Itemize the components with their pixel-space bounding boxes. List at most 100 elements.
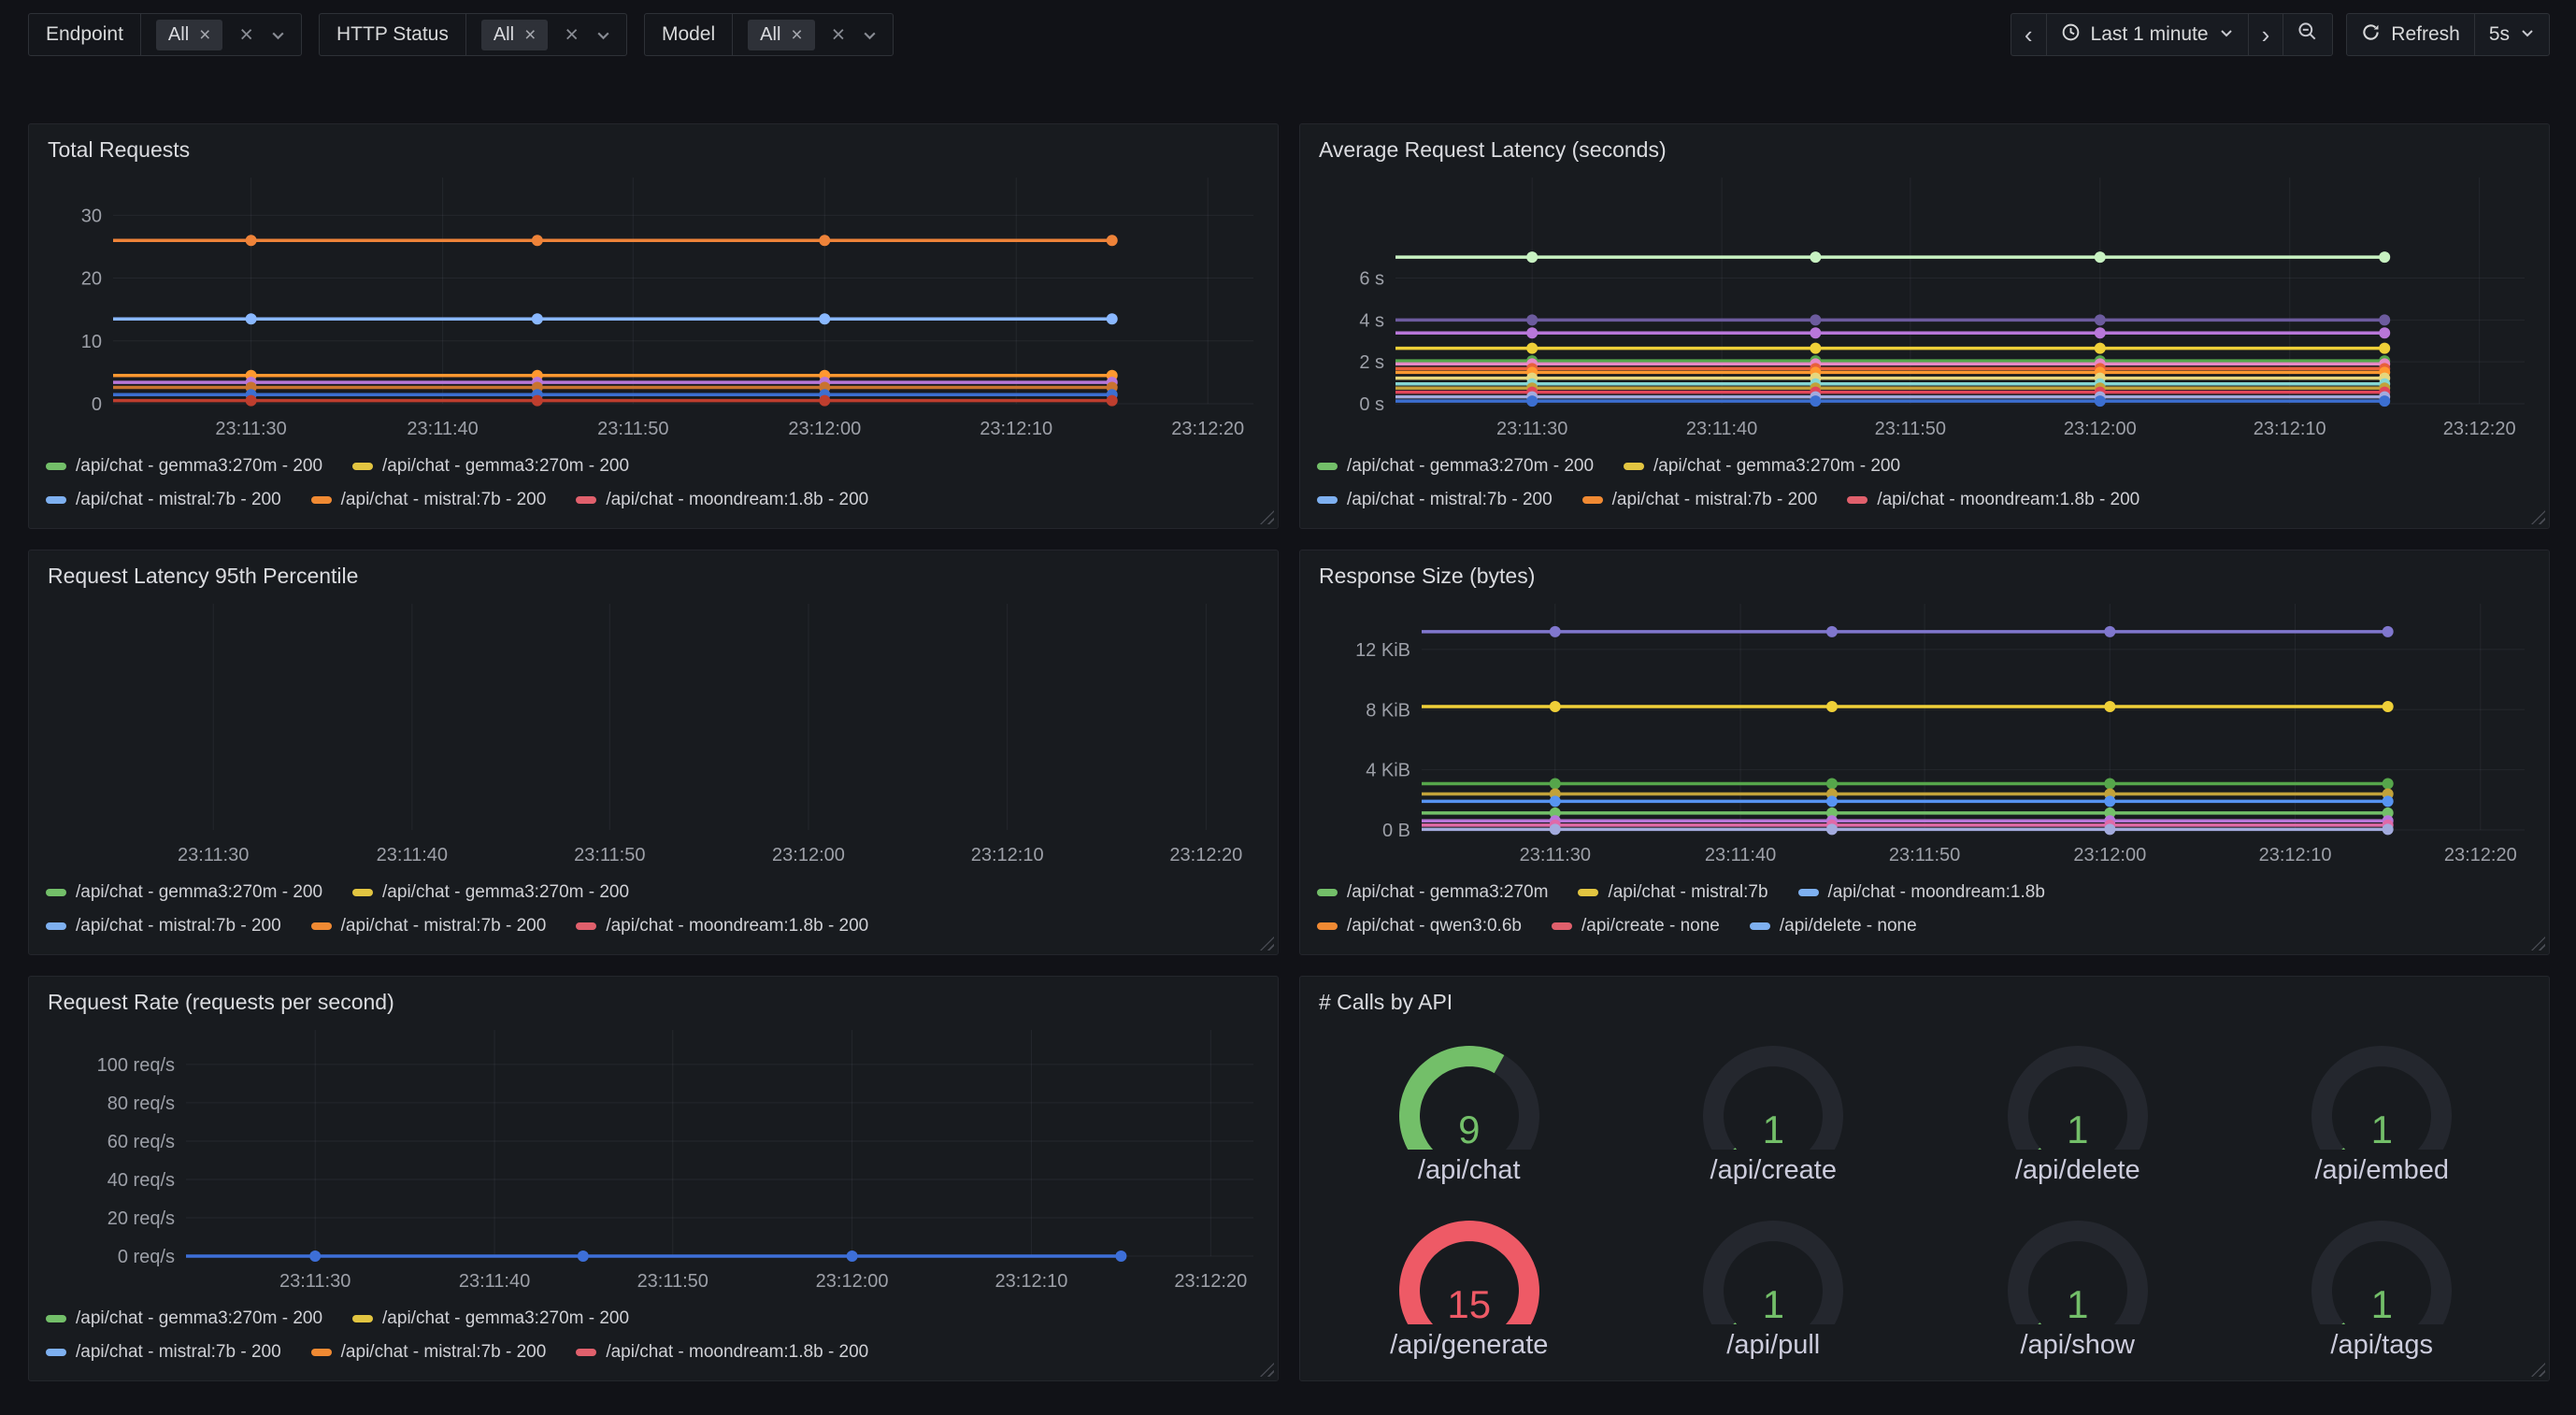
time-shift-forward-button[interactable]: ›: [2248, 14, 2283, 55]
time-series-chart[interactable]: 23:11:3023:11:4023:11:5023:12:0023:12:10…: [46, 1022, 1263, 1295]
close-icon[interactable]: ×: [791, 25, 802, 45]
x-tick-label: 23:11:50: [574, 845, 645, 865]
legend-item-label: /api/chat - gemma3:270m - 200: [382, 456, 629, 477]
panel-title[interactable]: Response Size (bytes): [1319, 564, 2534, 589]
x-tick-label: 23:12:00: [788, 419, 861, 439]
legend-item[interactable]: /api/chat - gemma3:270m - 200: [352, 882, 629, 903]
legend-item-label: /api/chat - moondream:1.8b - 200: [606, 916, 868, 936]
legend-item[interactable]: /api/chat - moondream:1.8b - 200: [576, 490, 868, 510]
x-tick-label: 23:11:40: [1686, 419, 1757, 439]
legend-item[interactable]: /api/chat - gemma3:270m - 200: [46, 456, 322, 477]
chevron-down-icon[interactable]: [270, 27, 286, 43]
refresh-interval-dropdown[interactable]: 5s: [2474, 14, 2549, 55]
zoom-out-button[interactable]: [2283, 14, 2332, 55]
time-series-chart[interactable]: 23:11:3023:11:4023:11:5023:12:0023:12:10…: [1317, 596, 2534, 869]
panel-title[interactable]: Request Rate (requests per second): [48, 990, 1263, 1015]
refresh-group: Refresh 5s: [2346, 13, 2550, 56]
panel-title[interactable]: Request Latency 95th Percentile: [48, 564, 1263, 589]
close-icon[interactable]: ×: [832, 23, 846, 47]
filter-model-value[interactable]: All × ×: [733, 14, 893, 55]
legend-item[interactable]: /api/chat - mistral:7b: [1578, 882, 1767, 903]
legend-item[interactable]: /api/chat - moondream:1.8b - 200: [576, 916, 868, 936]
legend-item[interactable]: /api/chat - gemma3:270m - 200: [46, 1308, 322, 1329]
legend-item[interactable]: /api/chat - mistral:7b - 200: [46, 916, 281, 936]
legend-item[interactable]: /api/chat - mistral:7b - 200: [311, 916, 547, 936]
series-point: [819, 395, 830, 407]
chevron-down-icon[interactable]: [595, 27, 611, 43]
gauge--api-generate: 15/api/generate: [1357, 1205, 1581, 1361]
series-color-marker: [352, 889, 373, 896]
series-point: [2104, 626, 2115, 637]
time-shift-back-button[interactable]: ‹: [2011, 14, 2046, 55]
legend-item[interactable]: /api/chat - mistral:7b - 200: [46, 490, 281, 510]
x-tick-label: 23:12:20: [2443, 419, 2516, 439]
panel-title[interactable]: # Calls by API: [1319, 990, 2534, 1015]
y-tick-label: 0 req/s: [118, 1247, 175, 1267]
filter-http-status-chip[interactable]: All ×: [481, 20, 549, 50]
panel-resize-handle[interactable]: [2531, 510, 2545, 524]
filter-http-status-value[interactable]: All × ×: [466, 14, 626, 55]
legend-item[interactable]: /api/chat - gemma3:270m - 200: [46, 882, 322, 903]
close-icon[interactable]: ×: [524, 25, 536, 45]
legend-item[interactable]: /api/delete - none: [1750, 916, 1917, 936]
y-tick-label: 12 KiB: [1355, 640, 1410, 661]
chevron-down-icon[interactable]: [862, 27, 878, 43]
y-tick-label: 20 req/s: [107, 1208, 175, 1229]
legend-item[interactable]: /api/chat - mistral:7b - 200: [1582, 490, 1818, 510]
series-point: [1550, 701, 1561, 712]
series-color-marker: [1317, 889, 1338, 896]
legend-item[interactable]: /api/chat - gemma3:270m - 200: [1624, 456, 1900, 477]
series-point: [2104, 779, 2115, 790]
legend-item-label: /api/chat - gemma3:270m: [1347, 882, 1548, 903]
close-icon[interactable]: ×: [199, 25, 210, 45]
panel-title[interactable]: Average Request Latency (seconds): [1319, 137, 2534, 163]
time-series-chart[interactable]: 23:11:3023:11:4023:11:5023:12:0023:12:10…: [46, 596, 1263, 869]
panel-title[interactable]: Total Requests: [48, 137, 1263, 163]
legend-item-label: /api/chat - gemma3:270m - 200: [382, 882, 629, 903]
close-icon[interactable]: ×: [239, 23, 253, 47]
filter-http-status-chip-text: All: [494, 24, 514, 46]
legend-item-label: /api/chat - mistral:7b - 200: [76, 916, 281, 936]
series-color-marker: [576, 496, 596, 504]
time-series-chart[interactable]: 23:11:3023:11:4023:11:5023:12:0023:12:10…: [46, 170, 1263, 443]
legend-item[interactable]: /api/chat - gemma3:270m - 200: [352, 1308, 629, 1329]
legend-item[interactable]: /api/chat - mistral:7b - 200: [311, 490, 547, 510]
legend-item[interactable]: /api/chat - mistral:7b - 200: [311, 1342, 547, 1363]
panel-resize-handle[interactable]: [2531, 1363, 2545, 1377]
panel-resize-handle[interactable]: [2531, 936, 2545, 950]
series-color-marker: [1798, 889, 1819, 896]
panel-resize-handle[interactable]: [1260, 936, 1274, 950]
legend-item[interactable]: /api/chat - gemma3:270m - 200: [352, 456, 629, 477]
chevron-left-icon: ‹: [2025, 21, 2033, 50]
series-point: [2379, 343, 2390, 354]
legend-item[interactable]: /api/chat - mistral:7b - 200: [1317, 490, 1553, 510]
y-tick-label: 0 B: [1382, 821, 1410, 841]
time-range-picker[interactable]: Last 1 minute: [2046, 14, 2248, 55]
variable-filters: Endpoint All × × HTTP Status All × ×: [28, 13, 894, 56]
series-point: [1526, 327, 1538, 338]
gauge-value: 1: [1661, 1110, 1885, 1150]
series-color-marker: [46, 1349, 66, 1356]
series-point: [1826, 823, 1838, 835]
legend-row: /api/chat - mistral:7b - 200/api/chat - …: [46, 1342, 1263, 1363]
gauge-grid: 9/api/chat1/api/create1/api/delete1/api/…: [1317, 1030, 2534, 1361]
legend-item[interactable]: /api/chat - gemma3:270m: [1317, 882, 1548, 903]
time-series-chart[interactable]: 23:11:3023:11:4023:11:5023:12:0023:12:10…: [1317, 170, 2534, 443]
filter-endpoint-value[interactable]: All × ×: [141, 14, 301, 55]
filter-model-chip[interactable]: All ×: [748, 20, 815, 50]
legend-item[interactable]: /api/chat - gemma3:270m - 200: [1317, 456, 1594, 477]
filter-endpoint-chip[interactable]: All ×: [156, 20, 223, 50]
series-color-marker: [352, 463, 373, 470]
panel-resize-handle[interactable]: [1260, 1363, 1274, 1377]
legend-item[interactable]: /api/chat - moondream:1.8b: [1798, 882, 2045, 903]
legend-item[interactable]: /api/chat - qwen3:0.6b: [1317, 916, 1522, 936]
legend-item[interactable]: /api/chat - moondream:1.8b - 200: [576, 1342, 868, 1363]
series-point: [1526, 343, 1538, 354]
legend-item[interactable]: /api/create - none: [1552, 916, 1720, 936]
refresh-button[interactable]: Refresh: [2347, 14, 2474, 55]
close-icon[interactable]: ×: [565, 23, 579, 47]
series-point: [532, 395, 543, 407]
panel-resize-handle[interactable]: [1260, 510, 1274, 524]
legend-item[interactable]: /api/chat - moondream:1.8b - 200: [1847, 490, 2140, 510]
legend-item[interactable]: /api/chat - mistral:7b - 200: [46, 1342, 281, 1363]
